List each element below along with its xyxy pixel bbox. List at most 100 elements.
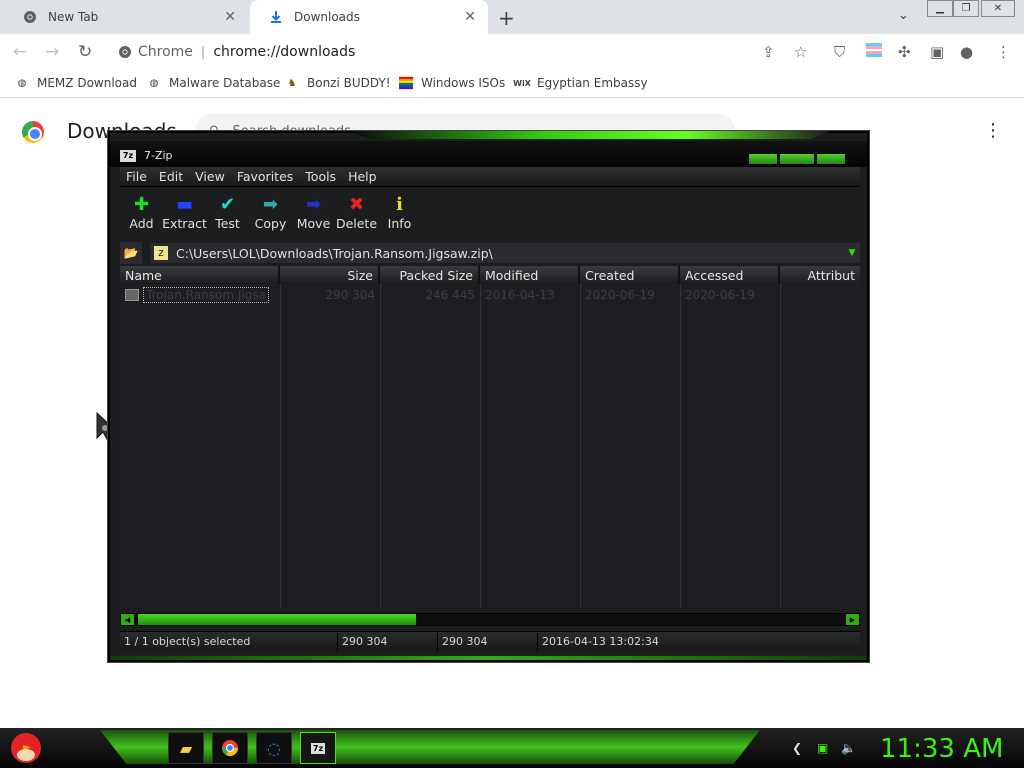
path-text: C:\Users\LOL\Downloads\Trojan.Ransom.Jig… xyxy=(176,245,493,261)
close-tab-icon[interactable]: ✕ xyxy=(464,9,476,25)
maximize-button[interactable] xyxy=(779,153,815,165)
menu-help[interactable]: Help xyxy=(348,169,377,184)
dropdown-arrow-icon[interactable]: ▼ xyxy=(844,248,860,258)
show-hidden-icons-icon[interactable]: ❮ xyxy=(792,741,802,755)
angry-bird-icon xyxy=(11,733,41,763)
bookmark-bonzi-buddy[interactable]: ♞ Bonzi BUDDY! xyxy=(285,76,391,90)
bookmarks-bar: ◍ MEMZ Download ◍ Malware Database ♞ Bon… xyxy=(0,70,1024,98)
menu-tools[interactable]: Tools xyxy=(305,169,336,184)
folder-up-icon[interactable]: 📂 xyxy=(120,242,142,264)
taskbar-sevenzip-button[interactable]: 7z xyxy=(300,732,336,764)
menu-view[interactable]: View xyxy=(195,169,225,184)
menu-edit[interactable]: Edit xyxy=(159,169,183,184)
button-label: Extract xyxy=(162,216,207,231)
sevenzip-titlebar[interactable]: 7z 7-Zip xyxy=(110,141,867,167)
window-title: 7z 7-Zip xyxy=(120,149,173,162)
extract-button[interactable]: ▬ Extract xyxy=(162,190,207,231)
flag-extension-icon[interactable] xyxy=(866,43,882,61)
test-button[interactable]: ✔ Test xyxy=(206,190,249,231)
globe-icon: ◍ xyxy=(17,77,27,89)
extensions-puzzle-icon[interactable]: ✣ xyxy=(898,43,911,61)
modified-cell: 2016-04-13 xyxy=(485,288,555,302)
status-packed: 290 304 xyxy=(438,632,538,651)
info-button[interactable]: i Info xyxy=(378,190,421,231)
more-menu-icon[interactable]: ⋮ xyxy=(996,43,1011,61)
bookmark-star-icon[interactable]: ☆ xyxy=(794,43,807,61)
toolbar: ✚ Add ▬ Extract ✔ Test ➡ Copy ➡ Move ✖ D… xyxy=(120,190,860,240)
taskbar-explorer-button[interactable]: ▰ xyxy=(168,732,204,764)
add-button[interactable]: ✚ Add xyxy=(120,190,163,231)
start-button[interactable] xyxy=(6,729,46,767)
close-window-button[interactable]: ✕ xyxy=(981,0,1015,17)
network-icon[interactable]: ▣ xyxy=(817,741,828,755)
accessed-cell: 2020-06-19 xyxy=(685,288,755,302)
scroll-left-icon[interactable]: ◀ xyxy=(121,614,134,625)
ublock-extension-icon[interactable]: ⛉ xyxy=(834,43,845,61)
column-packed-size[interactable]: Packed Size xyxy=(380,266,480,284)
reload-icon[interactable]: ↻ xyxy=(78,42,92,62)
taskbar: ▰ ◌ 7z ❮ ▣ 🔈 11:33 AM xyxy=(0,728,1024,768)
packed-size-cell: 246 445 xyxy=(425,288,475,302)
column-accessed[interactable]: Accessed xyxy=(680,266,780,284)
rainbow-icon xyxy=(399,76,413,90)
file-name-cell: Trojan.Ransom.Jigsa xyxy=(120,286,280,304)
path-combobox[interactable]: Z C:\Users\LOL\Downloads\Trojan.Ransom.J… xyxy=(150,243,860,263)
file-name: Trojan.Ransom.Jigsa xyxy=(143,287,269,303)
tab-search-chevron-icon[interactable]: ⌄ xyxy=(898,8,909,23)
menu-favorites[interactable]: Favorites xyxy=(237,169,293,184)
tab-strip: New Tab ✕ Downloads ✕ + ⌄ ▁ ❐ ✕ xyxy=(0,0,1024,34)
omnibox-url[interactable]: chrome://downloads xyxy=(213,44,355,60)
omnibox[interactable]: Chrome | chrome://downloads xyxy=(110,38,830,66)
profile-avatar-icon[interactable]: ● xyxy=(960,43,973,61)
column-divider xyxy=(380,284,381,608)
bookmark-egyptian-embassy[interactable]: WiX Egyptian Embassy xyxy=(513,76,647,90)
info-icon: i xyxy=(396,194,403,215)
column-divider xyxy=(680,284,681,608)
minimize-button[interactable]: ▁ xyxy=(927,0,953,17)
share-icon[interactable]: ⇪ xyxy=(762,43,775,61)
side-panel-icon[interactable]: ▣ xyxy=(930,43,944,61)
tab-downloads[interactable]: Downloads ✕ xyxy=(250,0,488,34)
menu-file[interactable]: File xyxy=(126,169,147,184)
close-tab-icon[interactable]: ✕ xyxy=(224,9,236,25)
column-name[interactable]: Name xyxy=(120,266,280,284)
bookmark-malware-database[interactable]: ◍ Malware Database xyxy=(147,76,281,90)
bookmark-label: MEMZ Download xyxy=(37,76,137,90)
bookmark-memz-download[interactable]: ◍ MEMZ Download xyxy=(15,76,137,90)
address-bar: 📂 Z C:\Users\LOL\Downloads\Trojan.Ransom… xyxy=(120,241,860,265)
button-label: Delete xyxy=(335,216,378,231)
omnibox-chip: Chrome xyxy=(138,44,193,60)
forward-arrow-icon[interactable]: → xyxy=(45,42,59,62)
window-decoration xyxy=(350,131,830,139)
copy-button[interactable]: ➡ Copy xyxy=(249,190,292,231)
column-modified[interactable]: Modified xyxy=(480,266,580,284)
column-divider xyxy=(780,284,781,608)
tab-new-tab[interactable]: New Tab ✕ xyxy=(4,0,248,34)
minimize-button[interactable] xyxy=(748,153,778,165)
bookmark-windows-isos[interactable]: Windows ISOs xyxy=(399,76,505,90)
bookmark-label: Malware Database xyxy=(169,76,281,90)
table-row[interactable]: Trojan.Ransom.Jigsa 290 304 246 445 2016… xyxy=(120,286,860,304)
button-label: Info xyxy=(387,216,412,231)
taskbar-chrome-button[interactable] xyxy=(212,732,248,764)
status-size: 290 304 xyxy=(338,632,438,651)
horizontal-scrollbar[interactable]: ◀ ▶ xyxy=(120,613,860,626)
clock[interactable]: 11:33 AM xyxy=(880,734,1003,764)
taskbar-edge-button[interactable]: ◌ xyxy=(256,732,292,764)
column-attributes[interactable]: Attribut xyxy=(780,266,860,284)
move-button[interactable]: ➡ Move xyxy=(292,190,335,231)
delete-button[interactable]: ✖ Delete xyxy=(335,190,378,231)
new-tab-button[interactable]: + xyxy=(498,6,515,30)
scroll-right-icon[interactable]: ▶ xyxy=(846,614,859,625)
close-button[interactable] xyxy=(816,153,846,165)
volume-icon[interactable]: 🔈 xyxy=(841,741,856,755)
edge-icon: ◌ xyxy=(267,738,281,758)
column-size[interactable]: Size xyxy=(280,266,380,284)
column-created[interactable]: Created xyxy=(580,266,680,284)
back-arrow-icon[interactable]: ← xyxy=(13,42,27,62)
window-bottom-accent xyxy=(110,656,867,660)
restore-button[interactable]: ❐ xyxy=(953,0,979,17)
downloads-more-icon[interactable]: ⋮ xyxy=(984,120,1002,141)
column-divider xyxy=(480,284,481,608)
scrollbar-thumb[interactable] xyxy=(138,614,416,625)
